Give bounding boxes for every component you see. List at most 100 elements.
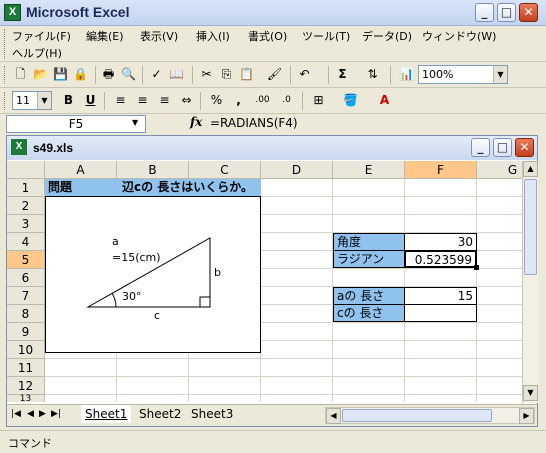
chevron-down-icon[interactable]: ▼	[132, 118, 138, 127]
menu-tools[interactable]: ツール(T)	[302, 28, 350, 44]
menu-window[interactable]: ウィンドウ(W)	[422, 28, 496, 44]
sort-ascending-icon[interactable]: ⇅	[364, 66, 381, 83]
borders-icon[interactable]: ⊞	[310, 92, 327, 109]
chevron-down-icon[interactable]: ▼	[493, 66, 507, 83]
workbook-icon[interactable]: X	[11, 139, 27, 155]
copy-icon[interactable]: ⎘	[218, 66, 235, 83]
first-sheet-icon[interactable]: |◀	[11, 409, 21, 419]
triangle-picture[interactable]: a =15(cm) b c 30°	[45, 196, 261, 353]
row-header-11[interactable]: 11	[7, 359, 45, 377]
row-header-1[interactable]: 1	[7, 179, 45, 197]
cell-b1[interactable]: 辺cの 長さはいくらか。	[119, 179, 256, 197]
cell-f8[interactable]	[404, 304, 477, 322]
percent-icon[interactable]: %	[208, 92, 225, 109]
row-header-4[interactable]: 4	[7, 233, 45, 251]
tab-sheet3[interactable]: Sheet3	[187, 405, 238, 423]
row-header-12[interactable]: 12	[7, 377, 45, 395]
fx-icon[interactable]: fx	[190, 115, 202, 129]
close-icon[interactable]: ✕	[519, 3, 538, 22]
tab-sheet1[interactable]: Sheet1	[81, 405, 132, 423]
align-right-icon[interactable]: ≡	[156, 92, 173, 109]
close-icon[interactable]: ✕	[515, 138, 534, 157]
cell-f7[interactable]: 15	[404, 287, 477, 305]
tab-sheet2[interactable]: Sheet2	[135, 405, 186, 423]
row-header-13[interactable]: 13	[7, 395, 45, 402]
column-header-b[interactable]: B	[117, 161, 189, 179]
menu-grip[interactable]	[4, 29, 7, 59]
column-header-e[interactable]: E	[333, 161, 405, 179]
spelling-icon[interactable]: ✓	[148, 66, 165, 83]
prev-sheet-icon[interactable]: ◀	[27, 409, 34, 419]
column-header-d[interactable]: D	[261, 161, 333, 179]
row-header-8[interactable]: 8	[7, 305, 45, 323]
scroll-right-icon[interactable]: ▶	[519, 408, 534, 424]
horizontal-scrollbar[interactable]: ◀ ▶	[325, 407, 535, 424]
menu-help[interactable]: ヘルプ(H)	[12, 45, 62, 61]
paste-icon[interactable]: 📋	[238, 66, 255, 83]
scroll-down-icon[interactable]: ▼	[523, 385, 538, 401]
menu-format[interactable]: 書式(O)	[248, 28, 287, 44]
cell-e7[interactable]: aの 長さ	[333, 287, 405, 305]
open-icon[interactable]: 📂	[32, 66, 49, 83]
cell-e8[interactable]: cの 長さ	[333, 304, 405, 322]
permission-icon[interactable]: 🔒	[72, 66, 89, 83]
cell-f5[interactable]: 0.523599	[404, 250, 477, 268]
font-size-select[interactable]: 11 ▼	[12, 91, 52, 110]
menu-file[interactable]: ファイル(F)	[12, 28, 71, 44]
cell-e5[interactable]: ラジアン	[333, 250, 405, 268]
row-header-3[interactable]: 3	[7, 215, 45, 233]
row-header-9[interactable]: 9	[7, 323, 45, 341]
align-left-icon[interactable]: ≡	[112, 92, 129, 109]
toolbar-grip[interactable]	[4, 66, 7, 84]
scroll-thumb[interactable]	[524, 179, 537, 275]
scroll-up-icon[interactable]: ▲	[523, 161, 538, 177]
row-header-7[interactable]: 7	[7, 287, 45, 305]
merge-center-icon[interactable]: ⇔	[178, 92, 195, 109]
menu-data[interactable]: データ(D)	[362, 28, 412, 44]
zoom-select[interactable]: 100% ▼	[418, 65, 508, 84]
align-center-icon[interactable]: ≡	[134, 92, 151, 109]
cell-e4[interactable]: 角度	[333, 233, 405, 251]
name-box[interactable]: F5	[6, 115, 146, 133]
font-color-icon[interactable]: A	[376, 92, 393, 109]
menu-insert[interactable]: 挿入(I)	[196, 28, 230, 44]
new-icon[interactable]: 🗋	[12, 66, 29, 83]
minimize-icon[interactable]: _	[471, 138, 490, 157]
research-icon[interactable]: 📖	[168, 66, 185, 83]
bold-icon[interactable]: B	[60, 92, 77, 109]
vertical-scrollbar[interactable]: ▲ ▼	[522, 161, 538, 403]
format-painter-icon[interactable]: 🖌	[266, 66, 283, 83]
chart-wizard-icon[interactable]: 📊	[398, 66, 415, 83]
fill-color-icon[interactable]: 🪣	[342, 92, 359, 109]
select-all-corner[interactable]	[7, 161, 45, 179]
row-header-2[interactable]: 2	[7, 197, 45, 215]
toolbar-grip[interactable]	[4, 92, 7, 110]
undo-icon[interactable]: ↶	[296, 66, 313, 83]
save-icon[interactable]: 💾	[52, 66, 69, 83]
scroll-thumb[interactable]	[342, 409, 492, 422]
menu-view[interactable]: 表示(V)	[140, 28, 178, 44]
scroll-left-icon[interactable]: ◀	[326, 408, 341, 424]
print-preview-icon[interactable]: 🔍	[120, 66, 137, 83]
increase-decimal-icon[interactable]: .00	[254, 92, 271, 109]
worksheet-grid[interactable]: A B C D E F G 1 2 3 4 5 6 7 8 9 10 11 12…	[7, 161, 522, 402]
restore-icon[interactable]: □	[493, 138, 512, 157]
row-header-6[interactable]: 6	[7, 269, 45, 287]
fill-handle[interactable]	[474, 265, 479, 270]
comma-style-icon[interactable]: ,	[230, 92, 247, 109]
print-icon[interactable]: 🖶	[100, 66, 117, 83]
column-header-g[interactable]: G	[477, 161, 522, 179]
excel-icon[interactable]: X	[4, 4, 21, 21]
next-sheet-icon[interactable]: ▶	[39, 409, 46, 419]
minimize-icon[interactable]: _	[475, 3, 494, 22]
autosum-icon[interactable]: Σ	[334, 66, 351, 83]
formula-input[interactable]: =RADIANS(F4)	[210, 115, 542, 133]
cell-f4[interactable]: 30	[404, 233, 477, 251]
chevron-down-icon[interactable]: ▼	[37, 92, 51, 109]
menu-edit[interactable]: 編集(E)	[86, 28, 124, 44]
cut-icon[interactable]: ✂	[198, 66, 215, 83]
column-header-a[interactable]: A	[45, 161, 117, 179]
decrease-decimal-icon[interactable]: .0	[278, 92, 295, 109]
last-sheet-icon[interactable]: ▶|	[51, 409, 61, 419]
underline-icon[interactable]: U	[82, 92, 99, 109]
